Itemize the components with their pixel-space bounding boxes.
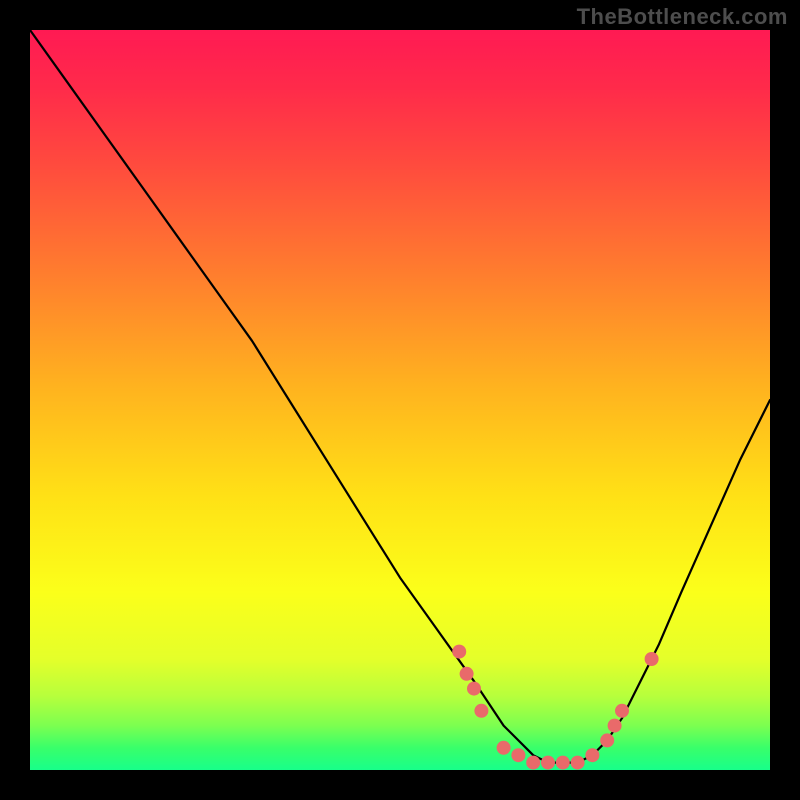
data-point: [467, 682, 481, 696]
data-point: [511, 748, 525, 762]
watermark-text: TheBottleneck.com: [577, 4, 788, 30]
data-point: [460, 667, 474, 681]
plot-area: [30, 30, 770, 770]
data-point: [541, 756, 555, 770]
data-point: [615, 704, 629, 718]
data-point: [600, 733, 614, 747]
data-point: [526, 756, 540, 770]
data-point: [571, 756, 585, 770]
data-point: [556, 756, 570, 770]
curve-layer: [30, 30, 770, 770]
bottleneck-curve: [30, 30, 770, 763]
data-point: [585, 748, 599, 762]
data-point: [452, 645, 466, 659]
data-points: [452, 645, 658, 770]
data-point: [497, 741, 511, 755]
data-point: [645, 652, 659, 666]
chart-stage: TheBottleneck.com: [0, 0, 800, 800]
data-point: [474, 704, 488, 718]
data-point: [608, 719, 622, 733]
